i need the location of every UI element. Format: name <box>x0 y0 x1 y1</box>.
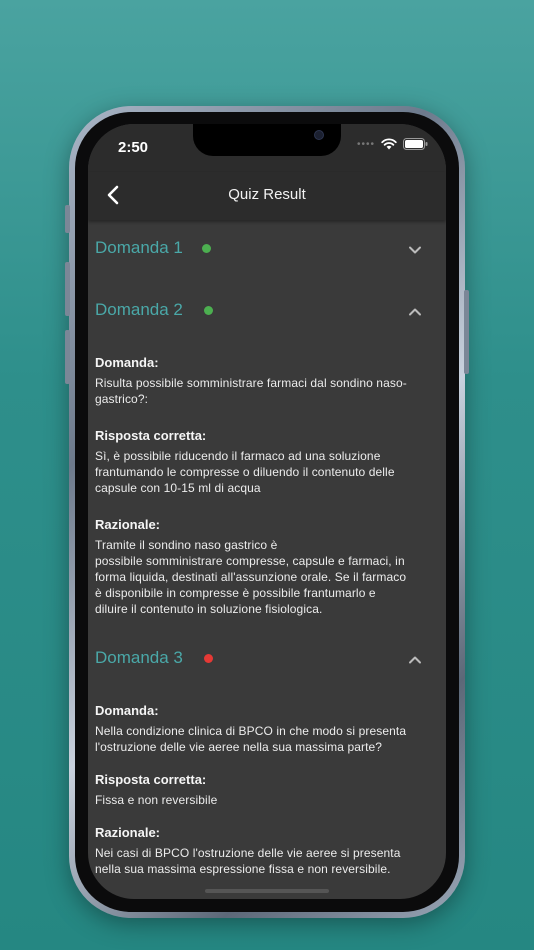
correct-answer-text: Sì, è possibile riducendo il farmaco ad … <box>95 449 395 495</box>
status-bar: 2:50 •••• <box>88 124 446 172</box>
question-3-title: Domanda 3 <box>95 648 183 667</box>
chevron-up-icon[interactable] <box>408 305 422 319</box>
home-indicator[interactable] <box>205 889 329 893</box>
correct-status-dot <box>204 306 213 315</box>
power-button <box>464 290 469 374</box>
status-icons: •••• <box>357 138 428 150</box>
silent-switch <box>65 205 70 233</box>
wrong-status-dot <box>204 654 213 663</box>
correct-answer-text: Fissa e non reversibile <box>95 793 218 807</box>
correct-answer-label: Risposta corretta: <box>95 428 207 443</box>
question-text: Risulta possibile somministrare farmaci … <box>95 376 407 406</box>
app-screen: 2:50 •••• Quiz Result Domanda 1 Domanda … <box>88 124 446 899</box>
question-1-header[interactable]: Domanda 1 <box>88 220 446 280</box>
wifi-icon <box>381 138 397 150</box>
question-2-details: Domanda: Risulta possibile somministrare… <box>95 355 441 617</box>
battery-icon <box>403 138 428 150</box>
notch <box>193 124 341 156</box>
page-title: Quiz Result <box>228 186 306 203</box>
navigation-bar: Quiz Result <box>88 172 446 220</box>
question-3-details: Domanda: Nella condizione clinica di BPC… <box>95 703 441 877</box>
rationale-label: Razionale: <box>95 825 161 840</box>
question-1-title: Domanda 1 <box>95 238 183 257</box>
chevron-down-icon[interactable] <box>408 243 422 257</box>
rationale-label: Razionale: <box>95 517 161 532</box>
rationale-text: Nei casi di BPCO l'ostruzione delle vie … <box>95 846 401 876</box>
question-text: Nella condizione clinica di BPCO in che … <box>95 724 407 754</box>
correct-answer-label: Risposta corretta: <box>95 772 207 787</box>
front-camera <box>314 130 324 140</box>
rationale-text: Tramite il sondino naso gastrico è possi… <box>95 538 407 616</box>
volume-down-button <box>65 330 70 384</box>
question-label: Domanda: <box>95 355 159 370</box>
correct-status-dot <box>202 244 211 253</box>
signal-icon: •••• <box>356 138 375 150</box>
question-2-title: Domanda 2 <box>95 300 183 319</box>
question-3-header[interactable]: Domanda 3 <box>88 630 446 690</box>
status-time: 2:50 <box>118 139 149 156</box>
question-2-header[interactable]: Domanda 2 <box>88 282 446 342</box>
volume-up-button <box>65 262 70 316</box>
question-label: Domanda: <box>95 703 159 718</box>
chevron-up-icon[interactable] <box>408 653 422 667</box>
